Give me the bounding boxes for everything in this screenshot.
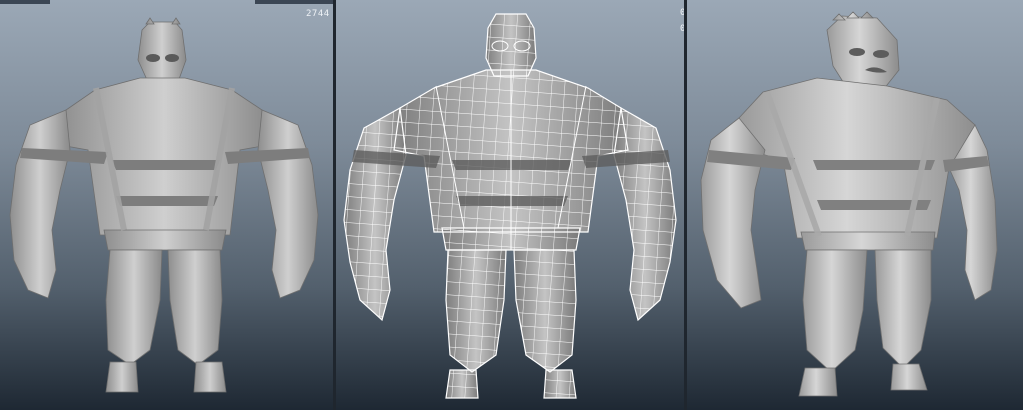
character-model-shaded bbox=[9, 17, 319, 393]
character-model-wireframe bbox=[343, 13, 677, 399]
poly-count-readout: 2744 bbox=[306, 9, 330, 19]
viewport-shaded-perspective[interactable] bbox=[687, 0, 1023, 410]
viewport-panel: 2744 0 0 bbox=[0, 0, 1023, 410]
hud-strip bbox=[255, 0, 333, 4]
character-model-perspective bbox=[700, 11, 998, 397]
viewport-wireframe-front[interactable]: 0 0 bbox=[336, 0, 684, 410]
hud-strip bbox=[0, 0, 50, 4]
viewport-shaded-front[interactable]: 2744 bbox=[0, 0, 333, 410]
